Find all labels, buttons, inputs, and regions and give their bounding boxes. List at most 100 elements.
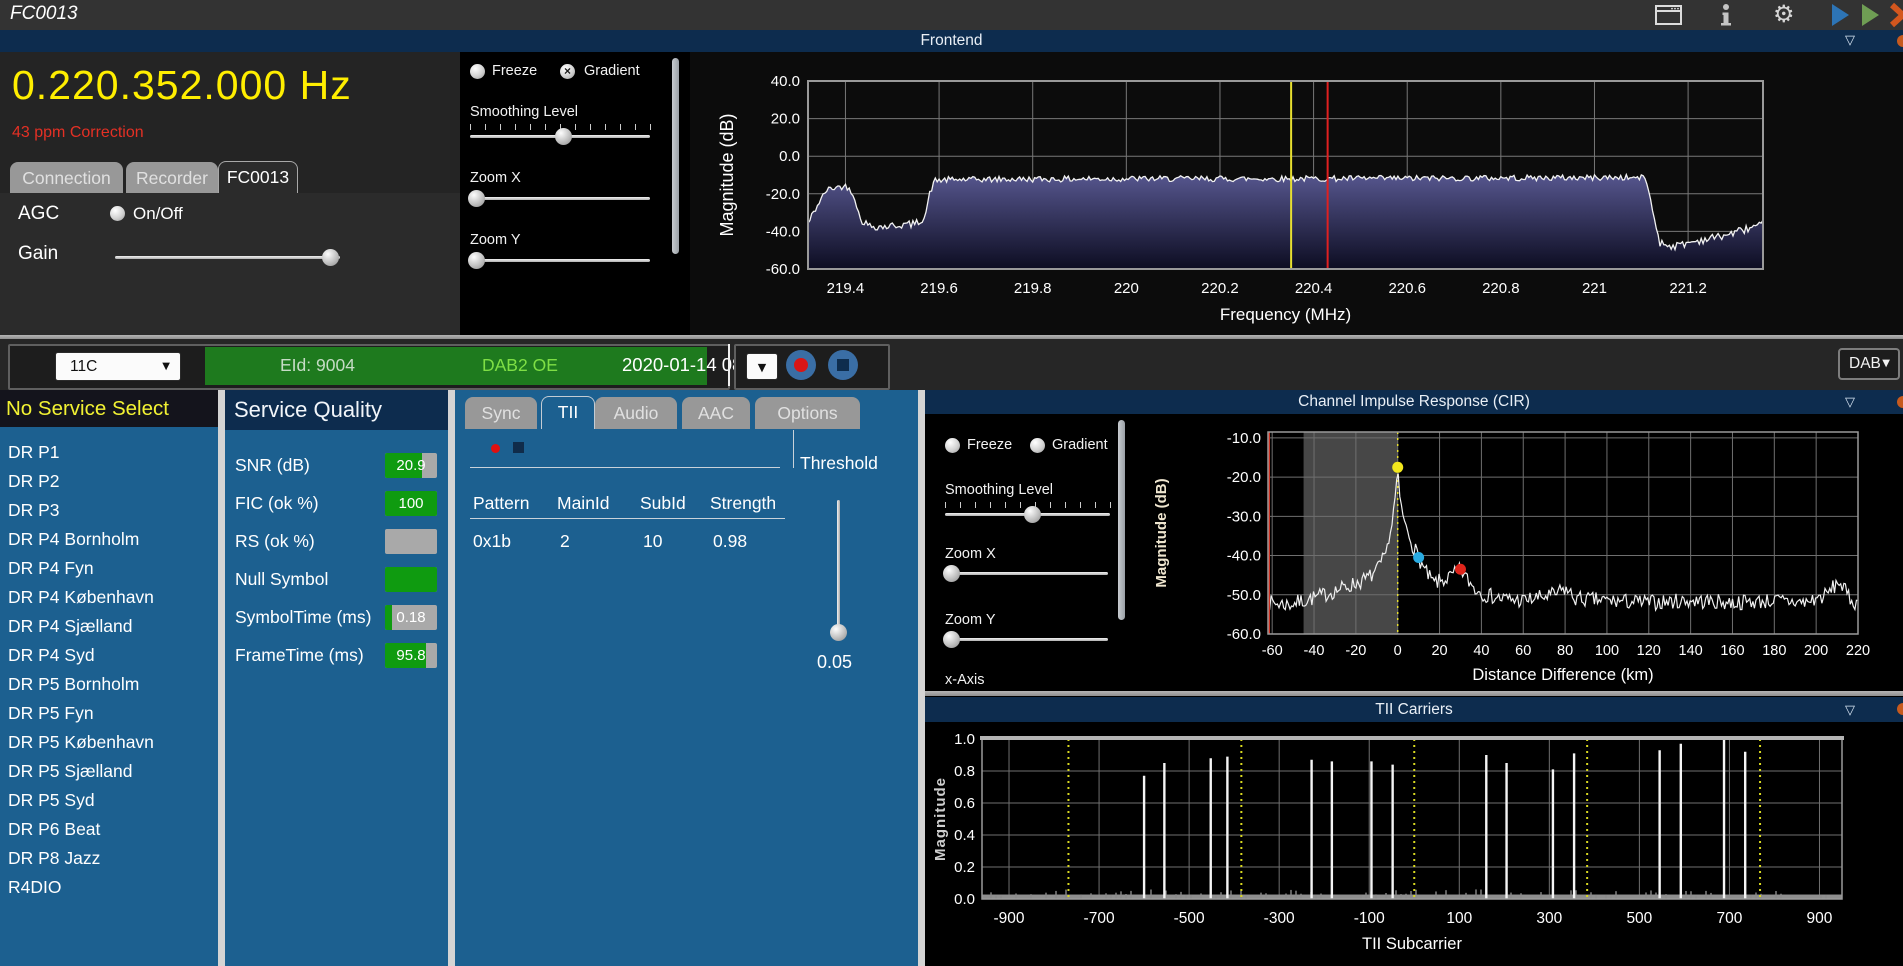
gradient-checkbox[interactable]: × — [560, 64, 575, 79]
service-item[interactable]: DR P4 Bornholm — [8, 525, 208, 554]
tii-record-icon[interactable] — [491, 444, 500, 453]
panel-edge-button[interactable] — [1897, 396, 1903, 408]
zoom-x-slider-thumb[interactable] — [468, 190, 485, 207]
cir-zoom-x-slider-thumb[interactable] — [943, 565, 960, 582]
collapse-panel-icon[interactable]: ▽ — [1845, 698, 1855, 722]
service-item[interactable]: DR P5 Sjælland — [8, 757, 208, 786]
window-icon[interactable] — [1655, 5, 1682, 30]
service-item[interactable]: DR P5 Fyn — [8, 699, 208, 728]
svg-text:0.0: 0.0 — [954, 891, 975, 908]
zoom-x-slider[interactable] — [468, 190, 650, 207]
tii-col-pattern: Pattern — [473, 493, 530, 513]
record-options-caret-icon: ▼ — [757, 361, 767, 374]
panel-divider[interactable] — [448, 390, 455, 966]
channel-dropdown[interactable]: 11C ▼ — [55, 352, 181, 381]
service-item[interactable]: R4DIO — [8, 873, 208, 902]
cir-smoothing-slider-thumb[interactable] — [1024, 506, 1041, 523]
toolbar-separator — [728, 344, 730, 386]
collapse-panel-icon[interactable]: ▽ — [1845, 391, 1855, 414]
agc-radio[interactable] — [110, 206, 125, 221]
zoom-y-label: Zoom Y — [470, 232, 521, 248]
cir-zoom-y-slider-thumb[interactable] — [943, 631, 960, 648]
zoom-y-slider[interactable] — [468, 252, 650, 269]
cir-zoom-y-slider[interactable] — [943, 631, 1108, 648]
svg-text:219.4: 219.4 — [827, 280, 865, 297]
service-item[interactable]: DR P4 Syd — [8, 641, 208, 670]
record-icon — [794, 358, 808, 372]
service-item[interactable]: DR P1 — [8, 438, 208, 467]
quality-badge-value: 100 — [398, 495, 424, 512]
service-item[interactable]: DR P6 Beat — [8, 815, 208, 844]
mode-dropdown[interactable]: DAB ▼ — [1838, 348, 1900, 380]
service-item[interactable]: DR P2 — [8, 467, 208, 496]
quality-row-label: RS (ok %) — [235, 531, 315, 551]
tab-aac[interactable]: AAC — [682, 397, 750, 429]
play-blue-icon[interactable] — [1832, 4, 1849, 26]
tii-table-header-underline — [470, 518, 785, 519]
tab-connection[interactable]: Connection — [10, 162, 123, 194]
service-item[interactable]: DR P5 Syd — [8, 786, 208, 815]
service-item[interactable]: DR P5 Bornholm — [8, 670, 208, 699]
svg-text:-20.0: -20.0 — [766, 186, 800, 203]
gain-slider[interactable] — [115, 249, 340, 266]
next-orange-icon[interactable] — [1889, 2, 1903, 30]
service-item[interactable]: DR P3 — [8, 496, 208, 525]
smoothing-slider-thumb[interactable] — [555, 128, 572, 145]
record-button[interactable] — [786, 350, 816, 380]
panel-divider[interactable] — [218, 390, 225, 966]
svg-text:220.2: 220.2 — [1201, 280, 1239, 297]
cir-gradient-radio[interactable] — [1030, 438, 1045, 453]
cir-smoothing-slider[interactable] — [945, 506, 1110, 523]
collapse-panel-icon[interactable]: ▽ — [1845, 30, 1855, 52]
service-item[interactable]: DR P4 København — [8, 583, 208, 612]
tuner-panel: 0.220.352.000 Hz 43 ppm Correction Conne… — [0, 52, 460, 335]
tii-col-strength: Strength — [710, 493, 777, 513]
cir-panel-title: Channel Impulse Response (CIR) — [1298, 393, 1530, 410]
smoothing-slider[interactable] — [470, 128, 650, 145]
quality-row-label: FIC (ok %) — [235, 493, 319, 513]
tab-sync[interactable]: Sync — [465, 397, 537, 429]
decoder-vertical-line — [793, 430, 794, 468]
cir-chart[interactable]: -10.0 -20.0 -30.0 -40.0 -50.0 -60.0-60 -40 -20 0… — [1130, 414, 1903, 695]
play-green-icon[interactable] — [1862, 4, 1879, 26]
tab-audio[interactable]: Audio — [595, 397, 677, 429]
zoom-y-slider-thumb[interactable] — [468, 252, 485, 269]
panel-edge-button[interactable] — [1897, 703, 1903, 715]
service-item[interactable]: DR P4 Fyn — [8, 554, 208, 583]
cir-horizontal-scrollbar[interactable] — [925, 691, 1903, 696]
stop-button[interactable] — [828, 350, 858, 380]
tii-stop-icon[interactable] — [513, 442, 524, 453]
cir-zoom-x-slider[interactable] — [943, 565, 1108, 582]
info-icon[interactable] — [1719, 3, 1733, 30]
tab-recorder[interactable]: Recorder — [126, 162, 218, 194]
service-item[interactable]: DR P5 København — [8, 728, 208, 757]
gain-slider-thumb[interactable] — [322, 249, 339, 266]
frontend-spectrum-chart[interactable]: 40.0 20.0 0.0 -20.0 -40.0 -60.0 219.4 219.6 219.… — [690, 52, 1903, 336]
panel-divider[interactable] — [918, 390, 925, 966]
panel-edge-button[interactable] — [1897, 35, 1903, 47]
tii-carriers-chart[interactable]: 1.0 0.8 0.6 0.4 0.2 0.0 -900 -700 -500 -300 -100 10… — [925, 722, 1903, 966]
svg-text:-60.0: -60.0 — [1227, 626, 1261, 643]
toolbar-top-divider — [0, 335, 1903, 339]
threshold-slider[interactable] — [830, 500, 847, 641]
threshold-slider-thumb[interactable] — [830, 624, 847, 641]
freeze-radio[interactable] — [470, 64, 485, 79]
decoder-panel: Sync TII Audio AAC Options Pattern MainId SubI… — [455, 390, 918, 966]
svg-text:0.8: 0.8 — [954, 763, 975, 780]
svg-text:TII Subcarrier: TII Subcarrier — [1362, 935, 1462, 953]
tab-tii[interactable]: TII — [541, 396, 595, 429]
tab-fc0013[interactable]: FC0013 — [218, 161, 298, 194]
svg-text:100: 100 — [1595, 643, 1619, 659]
settings-gear-icon[interactable]: ⚙ — [1773, 0, 1795, 28]
tab-options[interactable]: Options — [755, 397, 860, 429]
service-item[interactable]: DR P4 Sjælland — [8, 612, 208, 641]
svg-text:Magnitude (dB): Magnitude (dB) — [717, 113, 737, 236]
cir-controls-scrollbar[interactable] — [1118, 420, 1125, 620]
cir-panel-header: Channel Impulse Response (CIR) ▽ — [925, 390, 1903, 414]
cir-freeze-radio[interactable] — [945, 438, 960, 453]
svg-text:60: 60 — [1515, 643, 1531, 659]
controls-scrollbar[interactable] — [672, 58, 679, 254]
svg-text:0.6: 0.6 — [954, 795, 975, 812]
record-options-dropdown[interactable]: ▼ — [746, 353, 778, 380]
service-item[interactable]: DR P8 Jazz — [8, 844, 208, 873]
